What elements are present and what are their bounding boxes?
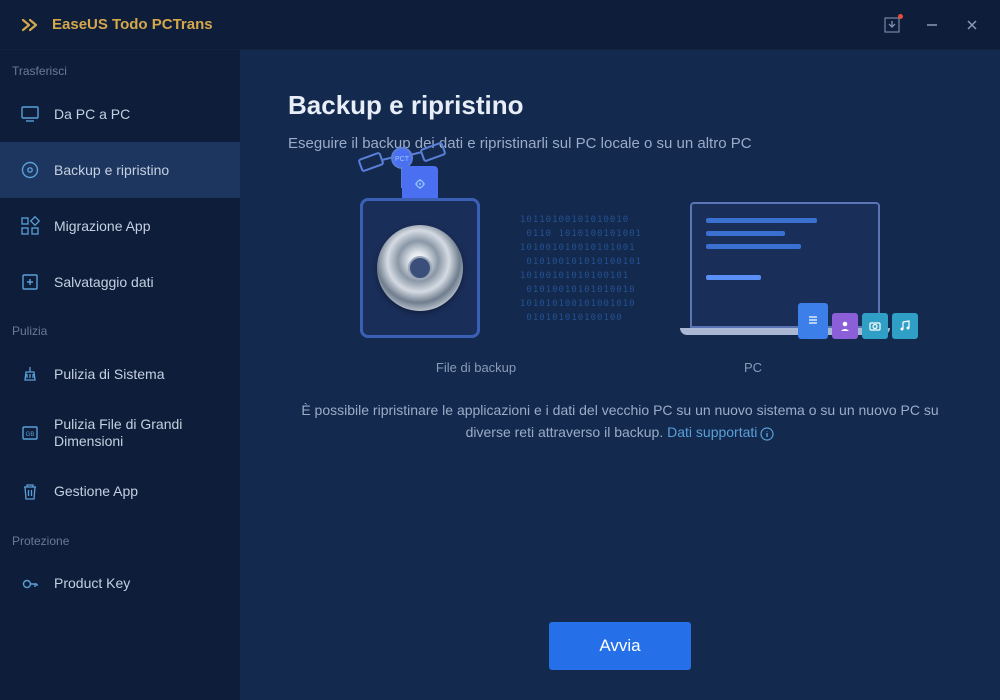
sidebar-item-backup-restore[interactable]: Backup e ripristino bbox=[0, 142, 240, 198]
monitor-icon bbox=[20, 104, 40, 124]
app-logo-icon bbox=[20, 14, 42, 36]
document-icon bbox=[798, 303, 828, 339]
file-gb-icon: GB bbox=[20, 423, 40, 443]
apps-icon bbox=[20, 216, 40, 236]
sidebar-item-label: Salvataggio dati bbox=[54, 274, 154, 291]
caption-backup-file: File di backup bbox=[436, 360, 516, 375]
start-button[interactable]: Avvia bbox=[549, 622, 690, 670]
sidebar-section-clean: Pulizia bbox=[0, 310, 240, 346]
binary-bits: 10110100101010010 0110 1010100101001 101… bbox=[520, 213, 642, 323]
minimize-icon[interactable] bbox=[924, 17, 940, 33]
illustration-backup-file: PCT bbox=[330, 198, 510, 338]
cta-wrap: Avvia bbox=[288, 592, 952, 670]
close-icon[interactable] bbox=[964, 17, 980, 33]
disk-frame-icon bbox=[360, 198, 480, 338]
illustration-captions: File di backup PC bbox=[288, 360, 952, 375]
download-icon[interactable] bbox=[884, 17, 900, 33]
window-controls bbox=[884, 17, 980, 33]
key-icon bbox=[20, 574, 40, 594]
illustration-pc bbox=[680, 202, 910, 335]
sidebar-item-label: Product Key bbox=[54, 575, 130, 592]
trash-icon bbox=[20, 482, 40, 502]
sidebar-section-transfer: Trasferisci bbox=[0, 50, 240, 86]
description-body: È possibile ripristinare le applicazioni… bbox=[301, 402, 938, 440]
music-icon bbox=[892, 313, 918, 339]
broom-icon bbox=[20, 364, 40, 384]
sidebar-item-label: Pulizia di Sistema bbox=[54, 366, 165, 383]
svg-text:GB: GB bbox=[26, 432, 35, 438]
sidebar-item-label: Da PC a PC bbox=[54, 106, 130, 123]
caption-pc: PC bbox=[744, 360, 762, 375]
sidebar-item-data-save[interactable]: Salvataggio dati bbox=[0, 254, 240, 310]
person-icon bbox=[832, 313, 858, 339]
disk-icon bbox=[377, 225, 463, 311]
data-stream-icon: 10110100101010010 0110 1010100101001 101… bbox=[520, 213, 670, 323]
sidebar-item-label: Migrazione App bbox=[54, 218, 151, 235]
satellite-label: PCT bbox=[395, 156, 410, 163]
app-title: EaseUS Todo PCTrans bbox=[52, 16, 213, 33]
save-plus-icon bbox=[20, 272, 40, 292]
sidebar-item-label: Pulizia File di Grandi Dimensioni bbox=[54, 416, 220, 450]
description-text: È possibile ripristinare le applicazioni… bbox=[288, 399, 952, 444]
media-icons-group bbox=[798, 303, 918, 339]
sidebar-item-system-clean[interactable]: Pulizia di Sistema bbox=[0, 346, 240, 402]
main-panel: Backup e ripristino Eseguire il backup d… bbox=[240, 50, 1000, 700]
camera-icon bbox=[862, 313, 888, 339]
disc-icon bbox=[20, 160, 40, 180]
info-icon[interactable] bbox=[760, 427, 774, 441]
titlebar: EaseUS Todo PCTrans bbox=[0, 0, 1000, 50]
sidebar-section-protect: Protezione bbox=[0, 520, 240, 556]
titlebar-left: EaseUS Todo PCTrans bbox=[20, 14, 213, 36]
supported-data-link[interactable]: Dati supportati bbox=[667, 424, 757, 440]
sidebar-item-app-manager[interactable]: Gestione App bbox=[0, 464, 240, 520]
sidebar-item-product-key[interactable]: Product Key bbox=[0, 556, 240, 612]
sidebar-item-label: Backup e ripristino bbox=[54, 162, 169, 179]
sidebar-item-pc-to-pc[interactable]: Da PC a PC bbox=[0, 86, 240, 142]
notification-dot-icon bbox=[898, 14, 903, 19]
sidebar-item-big-file-clean[interactable]: GB Pulizia File di Grandi Dimensioni bbox=[0, 402, 240, 464]
illustration: PCT 10110100101010010 0110 1010100101001… bbox=[288, 198, 952, 338]
sidebar: Trasferisci Da PC a PC Backup e ripristi… bbox=[0, 50, 240, 700]
sidebar-item-app-migration[interactable]: Migrazione App bbox=[0, 198, 240, 254]
sidebar-item-label: Gestione App bbox=[54, 483, 138, 500]
package-icon bbox=[402, 166, 438, 202]
page-title: Backup e ripristino bbox=[288, 90, 952, 121]
